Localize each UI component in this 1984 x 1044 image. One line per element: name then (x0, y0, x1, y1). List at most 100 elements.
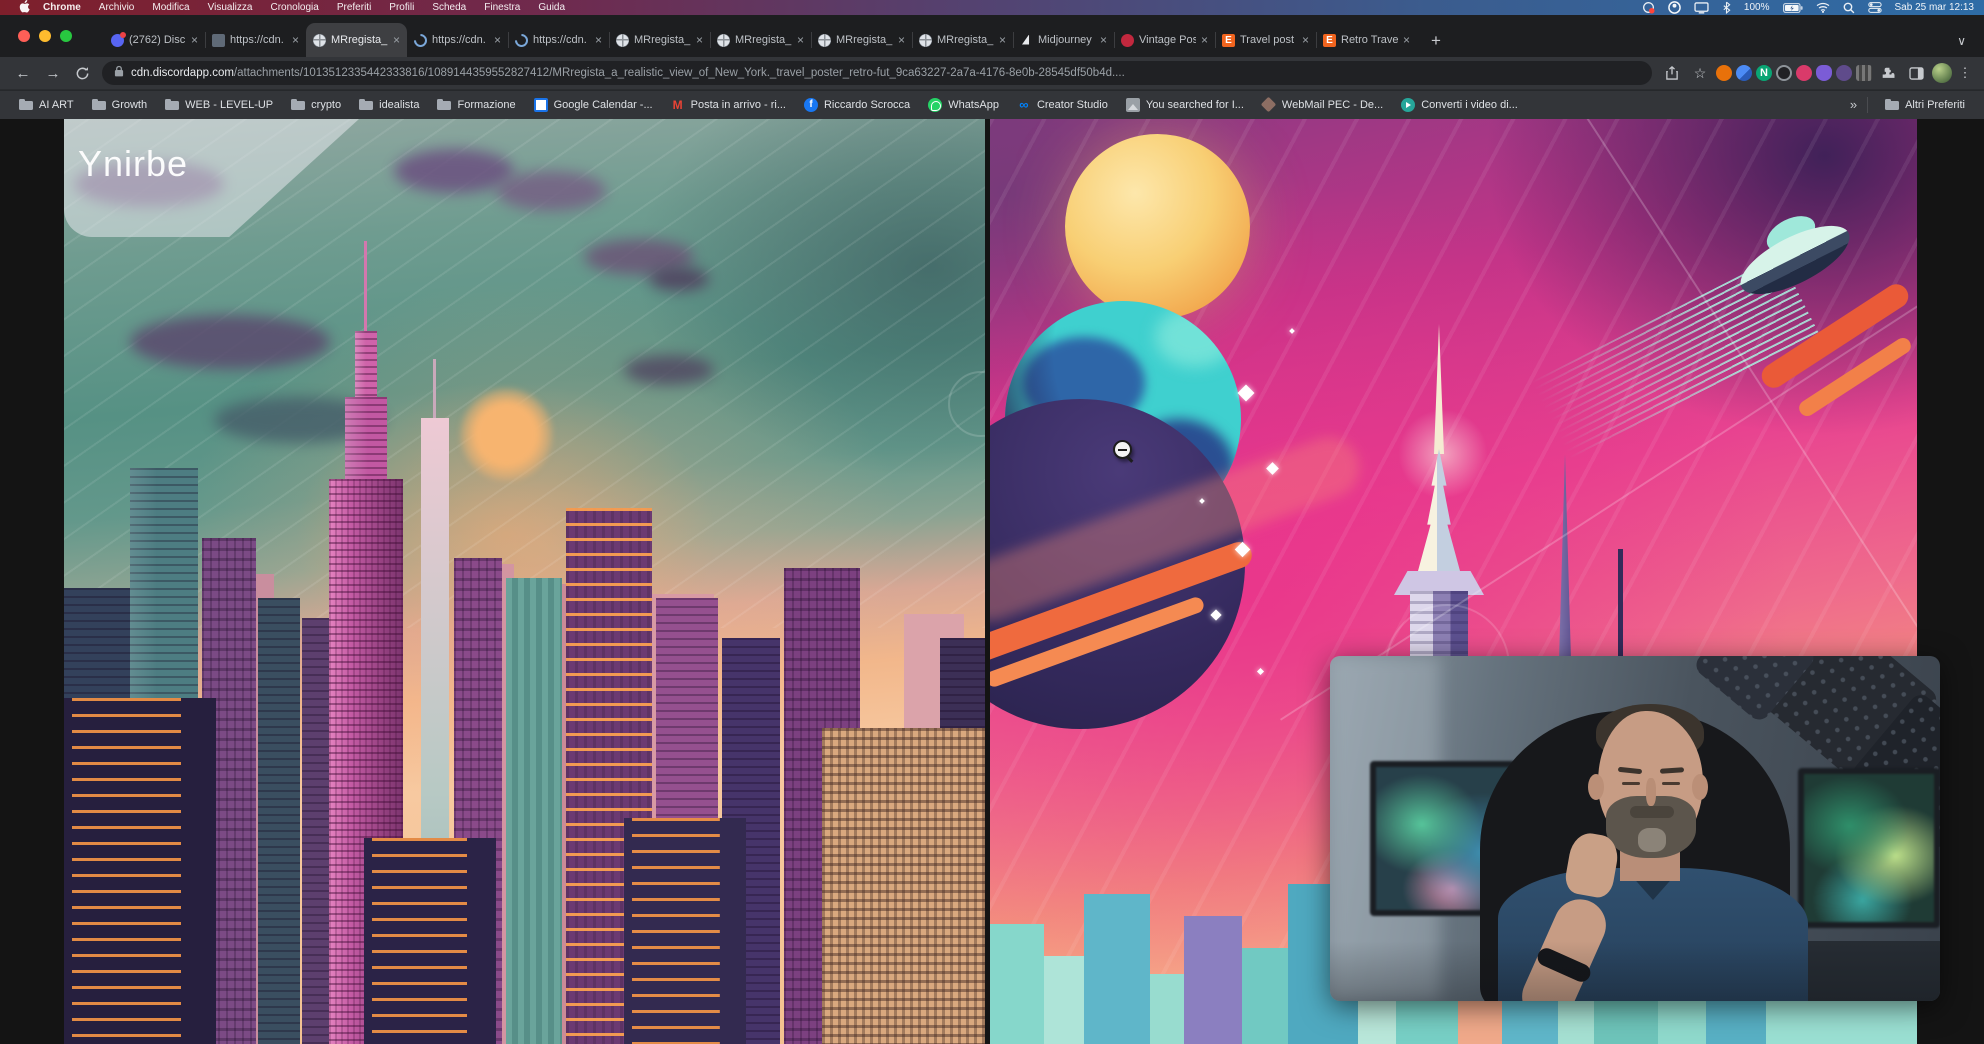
profile-avatar[interactable] (1932, 63, 1952, 83)
tab-cdn-2[interactable]: https://cdn.× (407, 23, 508, 57)
menu-item-visualizza[interactable]: Visualizza (199, 2, 262, 13)
whatsapp-icon (928, 98, 942, 112)
ext-icon-grid[interactable] (1856, 65, 1872, 81)
bookmark-star-icon[interactable]: ☆ (1688, 61, 1712, 85)
bookmark-whatsapp[interactable]: WhatsApp (921, 95, 1006, 115)
tab-mrregista-5[interactable]: MRregista_× (912, 23, 1013, 57)
menu-item-guida[interactable]: Guida (529, 2, 574, 13)
menu-bar-clock[interactable]: Sab 25 mar 12:13 (1895, 2, 1975, 13)
bookmark-you-searched[interactable]: You searched for I... (1119, 95, 1251, 115)
ext-icon-green-n[interactable]: N (1756, 65, 1772, 81)
bookmark-folder-web-level-up[interactable]: WEB - LEVEL-UP (158, 95, 280, 115)
tab-close-icon[interactable]: × (1100, 33, 1107, 47)
ext-icon-pink[interactable] (1796, 65, 1812, 81)
tab-mrregista-active[interactable]: MRregista_× (306, 23, 407, 57)
tab-etsy-retro[interactable]: Retro Trave× (1316, 23, 1417, 57)
reload-button[interactable] (70, 61, 94, 85)
tower-antenna (433, 359, 436, 421)
new-tab-button[interactable]: + (1431, 31, 1441, 51)
tab-close-icon[interactable]: × (696, 33, 703, 47)
menu-item-modifica[interactable]: Modifica (143, 2, 198, 13)
video-converter-icon (1401, 98, 1415, 112)
left-poster-image-nyc[interactable]: Ynirbe (64, 119, 985, 1044)
tab-close-icon[interactable]: × (898, 33, 905, 47)
bookmark-label: WebMail PEC - De... (1282, 99, 1383, 111)
minimize-window-button[interactable] (39, 30, 51, 42)
ext-icon-blue[interactable] (1736, 65, 1752, 81)
menu-item-preferiti[interactable]: Preferiti (328, 2, 380, 13)
bookmark-label: crypto (311, 99, 341, 111)
display-icon[interactable] (1694, 2, 1709, 14)
globe-icon (313, 34, 326, 47)
tab-close-icon[interactable]: × (191, 33, 198, 47)
bookmark-folder-crypto[interactable]: crypto (284, 95, 348, 115)
tab-close-icon[interactable]: × (999, 33, 1006, 47)
tab-close-icon[interactable]: × (1403, 33, 1410, 47)
tab-close-icon[interactable]: × (797, 33, 804, 47)
extensions-puzzle-icon[interactable] (1876, 61, 1900, 85)
side-panel-icon[interactable] (1904, 61, 1928, 85)
menu-item-chrome[interactable]: Chrome (34, 2, 90, 13)
menu-item-archivio[interactable]: Archivio (90, 2, 144, 13)
ext-icon-orange[interactable] (1716, 65, 1732, 81)
tab-vintage-posters[interactable]: Vintage Pos× (1114, 23, 1215, 57)
bookmark-label: Riccardo Scrocca (824, 99, 910, 111)
tab-mrregista-4[interactable]: MRregista_ × (811, 23, 912, 57)
bookmark-label: AI ART (39, 99, 74, 111)
tab-etsy-travel[interactable]: Travel post× (1215, 23, 1316, 57)
bookmark-creator-studio[interactable]: Creator Studio (1010, 95, 1115, 115)
bookmarks-overflow-chevron[interactable]: » (1850, 97, 1857, 112)
tab-mrregista-2[interactable]: MRregista_× (609, 23, 710, 57)
tab-close-icon[interactable]: × (494, 33, 501, 47)
tab-search-chevron-icon[interactable]: ∨ (1957, 34, 1966, 48)
zoom-window-button[interactable] (60, 30, 72, 42)
close-window-button[interactable] (18, 30, 30, 42)
bookmark-folder-idealista[interactable]: idealista (352, 95, 426, 115)
forward-button[interactable]: → (40, 65, 66, 82)
share-icon[interactable] (1660, 61, 1684, 85)
bookmark-converti-video[interactable]: Converti i video di... (1394, 95, 1525, 115)
ext-icon-black[interactable] (1776, 65, 1792, 81)
tab-close-icon[interactable]: × (292, 33, 299, 47)
address-bar[interactable]: cdn.discordapp.com/attachments/101351233… (102, 61, 1652, 85)
bookmark-folder-growth[interactable]: Growth (85, 95, 154, 115)
bookmark-folder-ai-art[interactable]: AI ART (12, 95, 81, 115)
chrome-menu-kebab-icon[interactable]: ⋮ (1956, 65, 1974, 81)
wifi-icon[interactable] (1816, 2, 1830, 13)
bookmark-webmail-pec[interactable]: WebMail PEC - De... (1255, 95, 1390, 115)
tabs-container: (2762) Disc× https://cdn.× MRregista_ × h… (104, 23, 1984, 57)
webcam-bottom-shade (1330, 941, 1940, 1001)
tab-discord[interactable]: (2762) Disc× (104, 23, 205, 57)
tab-close-icon[interactable]: × (1302, 33, 1309, 47)
obs-icon[interactable] (1668, 1, 1681, 14)
menu-item-cronologia[interactable]: Cronologia (261, 2, 327, 13)
bookmark-google-calendar[interactable]: Google Calendar -... (527, 95, 660, 115)
tab-midjourney[interactable]: Midjourney× (1013, 23, 1114, 57)
tab-cdn-3[interactable]: https://cdn.× (508, 23, 609, 57)
tab-mrregista-3[interactable]: MRregista_× (710, 23, 811, 57)
other-bookmarks-folder[interactable]: Altri Preferiti (1878, 95, 1972, 115)
tab-close-icon[interactable]: × (595, 33, 602, 47)
bookmark-label: WEB - LEVEL-UP (185, 99, 273, 111)
ext-icon-purple-ghost[interactable] (1816, 65, 1832, 81)
bookmark-gmail-inbox[interactable]: Posta in arrivo - ri... (664, 95, 793, 115)
lock-icon[interactable] (114, 64, 124, 82)
tab-close-icon[interactable]: × (393, 33, 400, 47)
menu-item-finestra[interactable]: Finestra (475, 2, 529, 13)
tab-label: MRregista_ (836, 34, 893, 46)
apple-menu-icon[interactable] (10, 0, 34, 16)
tab-close-icon[interactable]: × (1201, 33, 1208, 47)
bluetooth-icon[interactable] (1722, 1, 1731, 14)
tab-cdn-1[interactable]: https://cdn.× (205, 23, 306, 57)
macos-menu-bar: Chrome Archivio Modifica Visualizza Cron… (0, 0, 1984, 15)
screen-record-icon[interactable] (1642, 1, 1655, 14)
bookmark-folder-formazione[interactable]: Formazione (430, 95, 522, 115)
control-center-icon[interactable] (1868, 2, 1882, 13)
menu-item-scheda[interactable]: Scheda (423, 2, 475, 13)
ext-icon-violet[interactable] (1836, 65, 1852, 81)
menu-item-profili[interactable]: Profili (380, 2, 423, 13)
bookmark-facebook-profile[interactable]: Riccardo Scrocca (797, 95, 917, 115)
loading-icon (512, 31, 530, 49)
back-button[interactable]: ← (10, 65, 36, 82)
search-icon[interactable] (1843, 2, 1855, 14)
